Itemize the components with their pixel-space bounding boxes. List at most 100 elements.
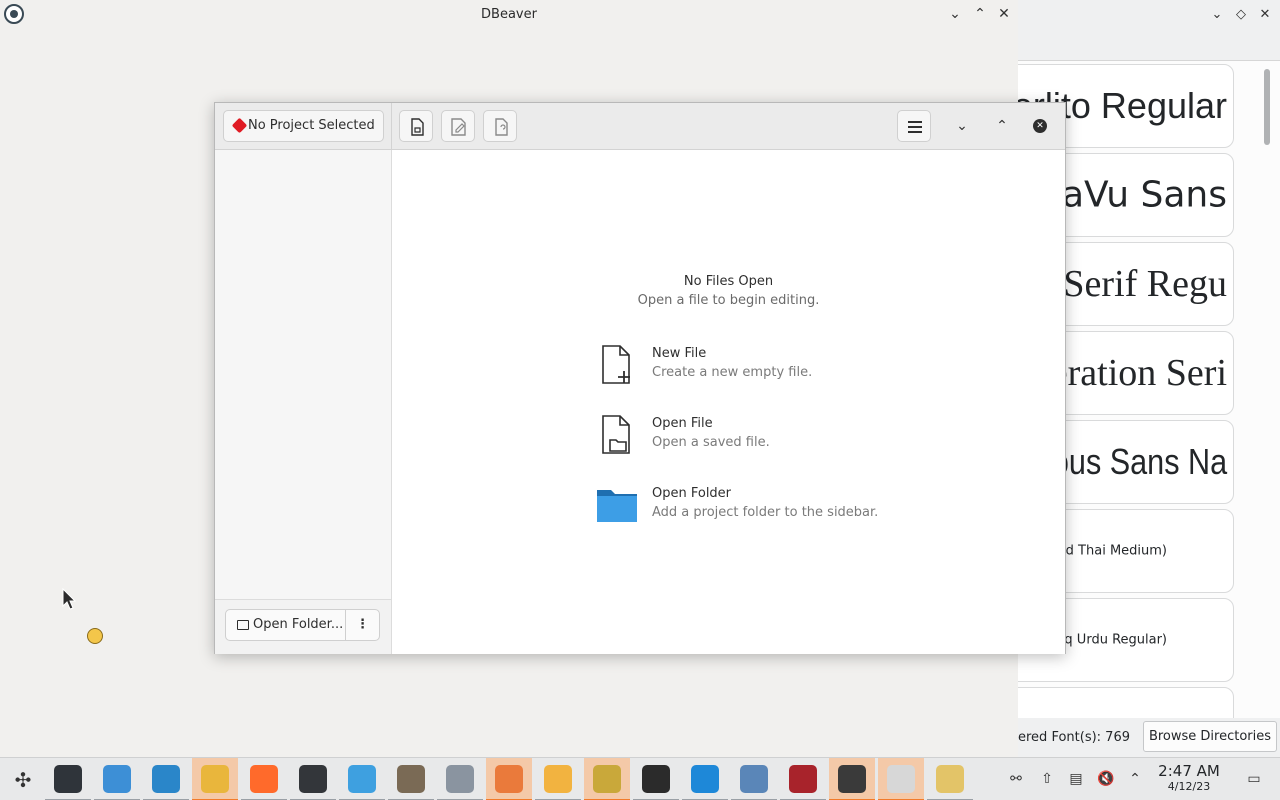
dbeaver-title: DBeaver bbox=[481, 7, 537, 22]
open-folder-title: Open Folder bbox=[652, 486, 732, 501]
maximize-icon[interactable]: ⌃ bbox=[991, 115, 1013, 137]
network-icon[interactable]: ⚯ bbox=[1006, 769, 1026, 789]
volume-muted-icon[interactable]: 🔇 bbox=[1096, 769, 1116, 789]
editor-main-area: No Files Open Open a file to begin editi… bbox=[392, 150, 1065, 654]
project-warning-icon bbox=[231, 117, 248, 134]
font-viewer-footer: ered Font(s): 769 Browse Directories bbox=[1018, 718, 1280, 757]
minimize-icon[interactable]: ⌄ bbox=[951, 115, 973, 137]
save-as-icon bbox=[451, 118, 466, 136]
dbeaver-app-icon bbox=[936, 765, 964, 793]
flag-app-icon bbox=[789, 765, 817, 793]
empty-state-title: No Files Open bbox=[683, 274, 774, 289]
close-icon[interactable]: ✕ bbox=[1256, 6, 1274, 24]
sunflower-app-icon bbox=[201, 765, 229, 793]
gimp-app[interactable] bbox=[388, 758, 434, 800]
sidebar-footer: Open Folder... ⋮ bbox=[215, 599, 391, 654]
font-preview: ous Sans Na bbox=[1051, 441, 1227, 482]
maximize-icon[interactable]: ⌃ bbox=[971, 5, 989, 23]
close-icon[interactable]: ✕ bbox=[1033, 119, 1047, 133]
penguin-app[interactable] bbox=[829, 758, 875, 800]
font-list-scrollbar[interactable] bbox=[1262, 65, 1272, 715]
code-editor-app[interactable] bbox=[878, 758, 924, 800]
magnifier-app-icon bbox=[593, 765, 621, 793]
clock[interactable]: 2:47 AM 4/12/23 bbox=[1152, 762, 1226, 793]
presentation-app[interactable] bbox=[486, 758, 532, 800]
font-count-label: ered Font(s): 769 bbox=[1018, 730, 1130, 745]
settings-app-icon bbox=[54, 765, 82, 793]
store-app-icon bbox=[103, 765, 131, 793]
flag-app[interactable] bbox=[780, 758, 826, 800]
settings-app[interactable] bbox=[45, 758, 91, 800]
new-file-icon bbox=[602, 345, 630, 384]
revert-file-button[interactable] bbox=[483, 110, 517, 142]
code-editor-app-icon bbox=[887, 765, 915, 793]
keep-above-icon[interactable]: ◇ bbox=[1232, 6, 1250, 24]
home-folder-app[interactable] bbox=[339, 758, 385, 800]
terminal-app[interactable] bbox=[290, 758, 336, 800]
expand-tray-icon[interactable]: ⌃ bbox=[1125, 769, 1145, 789]
open-file-icon bbox=[411, 118, 424, 136]
open-folder-label: Open Folder... bbox=[253, 617, 344, 632]
inkscape-app[interactable] bbox=[633, 758, 679, 800]
dbeaver-app[interactable] bbox=[927, 758, 973, 800]
magnifier-app[interactable] bbox=[584, 758, 630, 800]
empty-state-subtitle: Open a file to begin editing. bbox=[637, 293, 820, 308]
firefox-app[interactable] bbox=[241, 758, 287, 800]
save-as-button[interactable] bbox=[441, 110, 475, 142]
revert-file-icon bbox=[495, 118, 508, 136]
clock-time: 2:47 AM bbox=[1158, 762, 1220, 780]
files-app-icon bbox=[152, 765, 180, 793]
open-file-desc: Open a saved file. bbox=[652, 435, 770, 450]
text-editor-window: No Project Selected ⌄ ⌃ ✕ Open Folder...… bbox=[214, 102, 1066, 654]
document-app-icon bbox=[446, 765, 474, 793]
clock-date: 4/12/23 bbox=[1167, 780, 1211, 793]
gimp-app-icon bbox=[397, 765, 425, 793]
clipboard-icon[interactable]: ▤ bbox=[1066, 769, 1086, 789]
inkscape-app-icon bbox=[642, 765, 670, 793]
gear-app[interactable] bbox=[731, 758, 777, 800]
header-separator bbox=[391, 103, 392, 150]
open-file-title: Open File bbox=[652, 416, 713, 431]
font-preview: eration Seri bbox=[1050, 352, 1227, 394]
desktop-bee-icon[interactable] bbox=[87, 628, 103, 644]
folder-icon bbox=[597, 490, 637, 522]
store-app[interactable] bbox=[94, 758, 140, 800]
minimize-icon[interactable]: ⌄ bbox=[946, 5, 964, 23]
terminal-app-icon bbox=[299, 765, 327, 793]
folder-icon bbox=[237, 620, 249, 630]
open-folder-button[interactable]: Open Folder... bbox=[225, 609, 346, 641]
presentation-app-icon bbox=[495, 765, 523, 793]
bee-app[interactable] bbox=[535, 758, 581, 800]
taskbar: ✣ ⚯ ⇧ ▤ 🔇 ⌃ 2:47 AM 4/12/23 ▭ bbox=[0, 757, 1280, 800]
update-icon[interactable]: ⇧ bbox=[1037, 769, 1057, 789]
open-file-button[interactable] bbox=[399, 110, 433, 142]
info-app[interactable] bbox=[682, 758, 728, 800]
sunflower-app[interactable] bbox=[192, 758, 238, 800]
font-list-scroll-thumb[interactable] bbox=[1264, 69, 1270, 145]
open-folder-action[interactable]: Open Folder Add a project folder to the … bbox=[595, 484, 915, 532]
font-preview: Serif Regu bbox=[1063, 263, 1227, 305]
home-folder-app-icon bbox=[348, 765, 376, 793]
more-options-button[interactable]: ⋮ bbox=[345, 609, 380, 641]
open-file-action[interactable]: Open File Open a saved file. bbox=[595, 414, 915, 462]
files-app[interactable] bbox=[143, 758, 189, 800]
font-preview: aliq Urdu Regular) bbox=[1049, 632, 1167, 648]
dbeaver-titlebar: DBeaver ⌄ ⌃ ✕ bbox=[0, 0, 1018, 28]
editor-headerbar: No Project Selected ⌄ ⌃ ✕ bbox=[215, 103, 1065, 150]
document-app[interactable] bbox=[437, 758, 483, 800]
firefox-app-icon bbox=[250, 765, 278, 793]
main-menu-button[interactable] bbox=[897, 110, 931, 142]
new-file-desc: Create a new empty file. bbox=[652, 365, 813, 380]
project-selector-label: No Project Selected bbox=[248, 118, 375, 133]
new-file-action[interactable]: New File Create a new empty file. bbox=[595, 344, 915, 392]
open-file-icon bbox=[602, 415, 630, 454]
project-sidebar: Open Folder... ⋮ bbox=[215, 150, 392, 654]
close-icon[interactable]: ✕ bbox=[995, 5, 1013, 23]
gear-app-icon bbox=[740, 765, 768, 793]
minimize-icon[interactable]: ⌄ bbox=[1208, 6, 1226, 24]
browse-directories-button[interactable]: Browse Directories bbox=[1143, 721, 1277, 752]
font-card[interactable] bbox=[1018, 687, 1234, 718]
app-launcher-icon[interactable]: ✣ bbox=[10, 767, 36, 793]
show-desktop-icon[interactable]: ▭ bbox=[1244, 769, 1264, 789]
project-selector-button[interactable]: No Project Selected bbox=[223, 110, 384, 142]
